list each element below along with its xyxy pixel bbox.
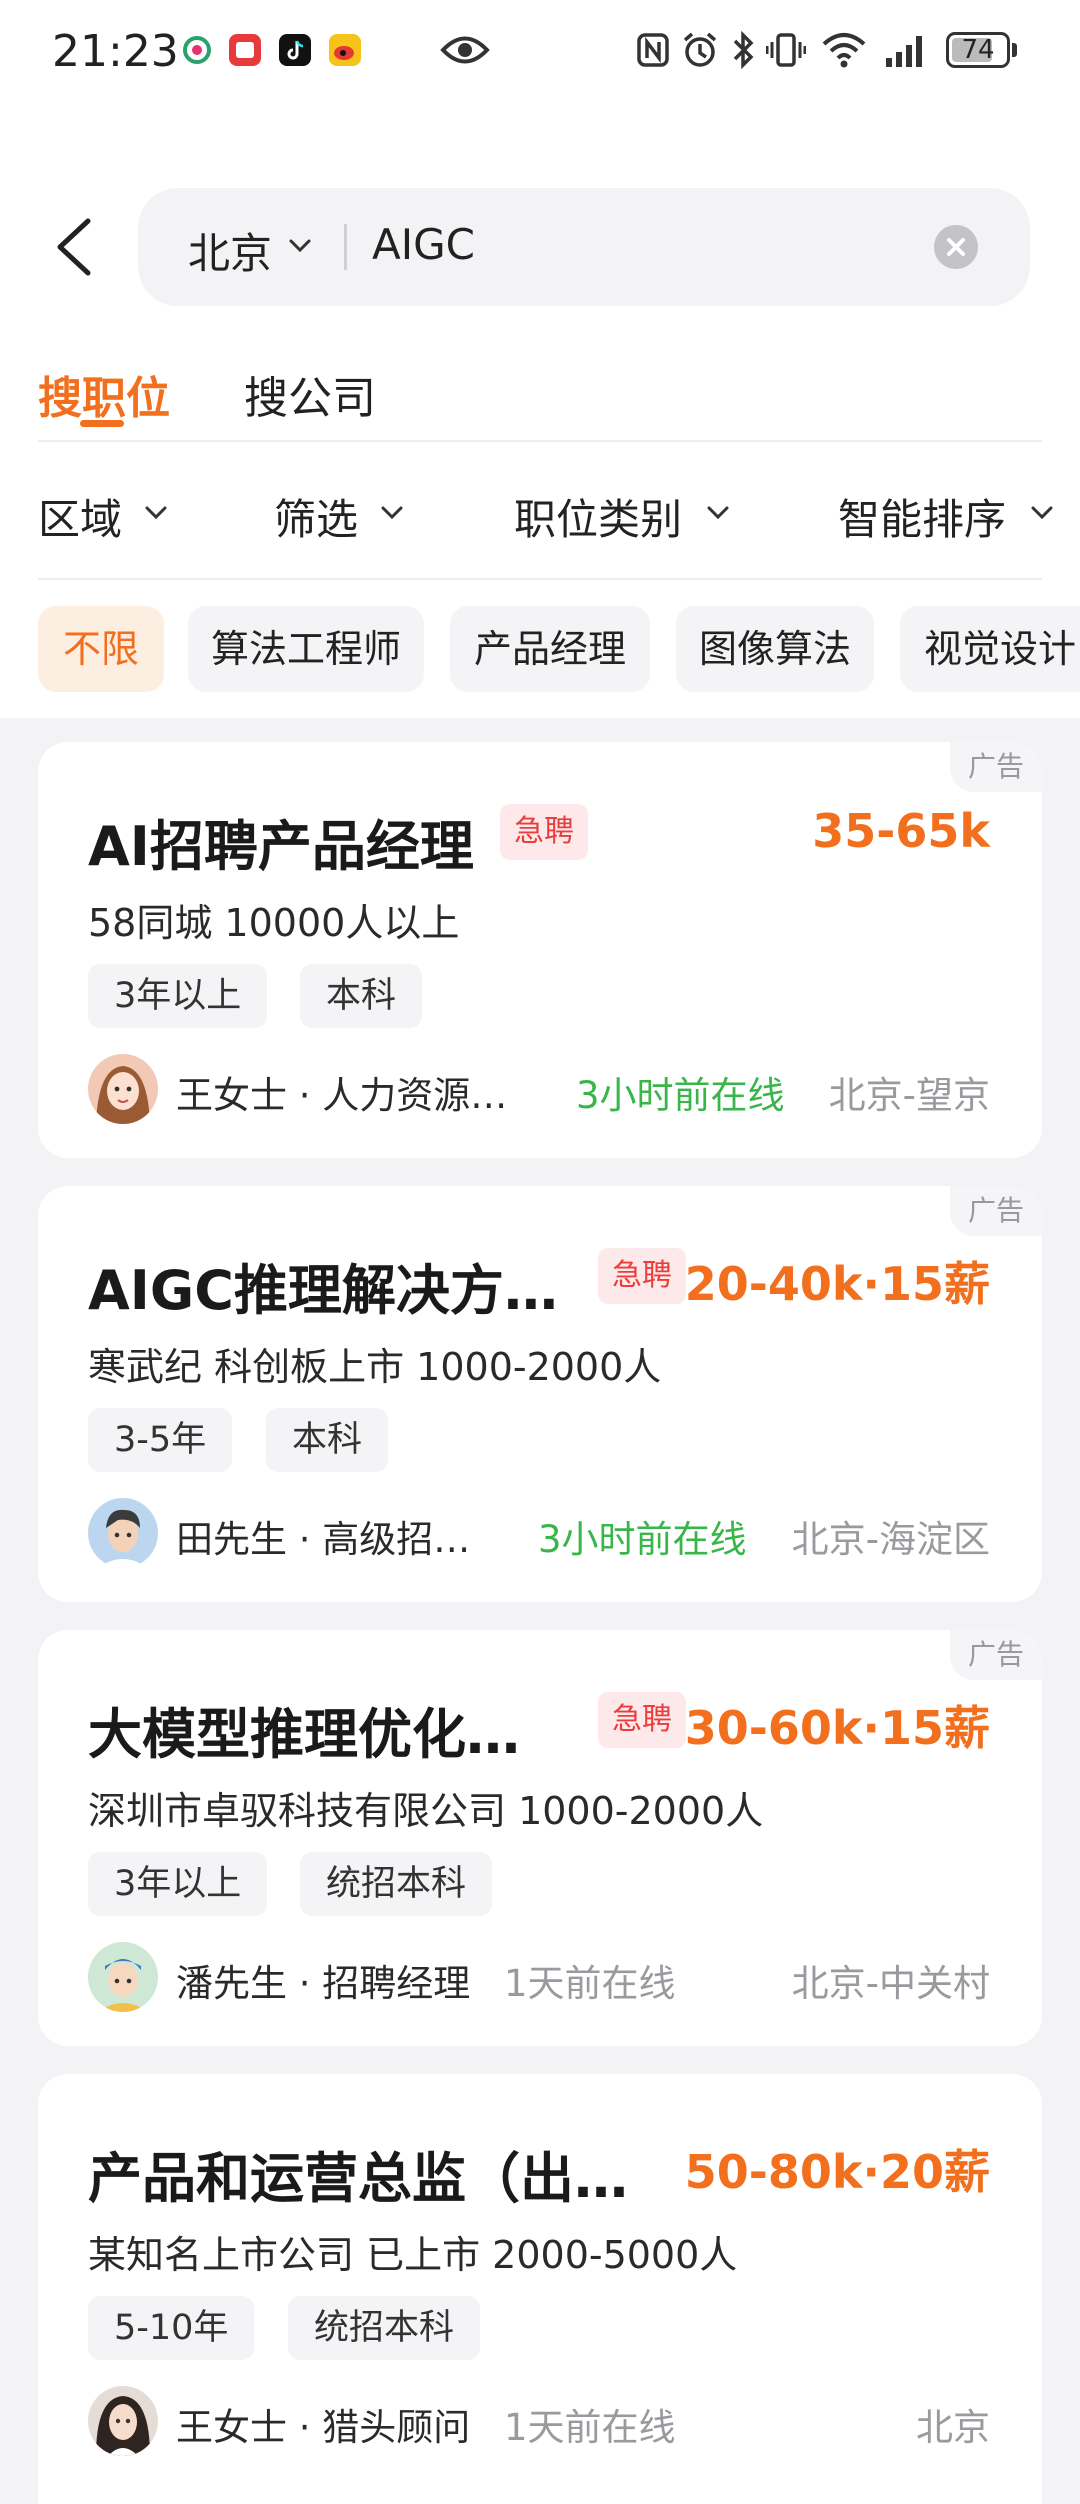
alarm-icon [683,32,717,67]
job-title[interactable]: 产品和运营总监（出… [88,2134,628,2213]
recruiter-info: 王女士 · 人力资源… [176,1074,508,1117]
filter-job-category[interactable]: 职位类别 [514,486,682,547]
online-status: 1天前在线 [504,1962,676,2005]
back-arrow-icon[interactable] [50,215,98,279]
search-divider [344,224,347,270]
avatar [88,1498,158,1568]
job-location: 北京-望京 [828,1074,990,1117]
clear-search-icon[interactable] [934,225,978,269]
filter-area[interactable]: 区域 [38,486,122,547]
ad-label: 广告 [950,742,1042,792]
recruiter-info: 田先生 · 高级招… [176,1518,471,1561]
search-bar[interactable]: 北京 AIGC [138,188,1030,306]
chevron-down-icon[interactable] [288,238,312,254]
company-info: 某知名上市公司 已上市 2000-5000人 [88,2233,738,2277]
job-location: 北京-中关村 [791,1962,990,2005]
avatar [88,2386,158,2456]
job-card[interactable]: 广告 AI招聘产品经理 急聘 35-65k 58同城 10000人以上 3年以上… [38,742,1042,1158]
requirement-tag: 3年以上 [88,964,268,1028]
weibo-icon [329,34,361,66]
urgent-badge: 急聘 [598,1248,686,1304]
red-app-icon [229,34,261,66]
tiktok-icon [279,34,311,66]
job-title[interactable]: AIGC推理解决方… [88,1246,558,1325]
divider [38,578,1042,580]
chip-visual-design[interactable]: 视觉设计 [900,606,1080,692]
chip-product-manager[interactable]: 产品经理 [450,606,650,692]
job-location: 北京 [916,2406,990,2449]
requirement-tag: 统招本科 [288,2296,481,2360]
requirement-tag: 3年以上 [88,1852,268,1916]
tab-search-jobs[interactable]: 搜职位 [38,362,170,426]
city-selector[interactable]: 北京 [188,220,272,281]
salary: 30-60k·15薪 [684,1701,990,1755]
job-card[interactable]: 广告 AIGC推理解决方… 急聘 20-40k·15薪 寒武纪 科创板上市 10… [38,1186,1042,1602]
battery-cap [1012,43,1017,57]
job-card[interactable]: 广告 大模型推理优化… 急聘 30-60k·15薪 深圳市卓驭科技有限公司 10… [38,1630,1042,2046]
ad-label: 广告 [950,1630,1042,1680]
online-status: 3小时前在线 [538,1518,747,1561]
signal-icon [886,36,922,67]
battery-percent: 74 [961,35,995,65]
chip-algorithm-engineer[interactable]: 算法工程师 [188,606,424,692]
divider [38,440,1042,442]
wifi-icon [822,33,866,68]
company-info: 58同城 10000人以上 [88,901,460,945]
requirement-tag: 3-5年 [88,1408,233,1472]
job-title[interactable]: 大模型推理优化… [88,1690,520,1769]
filter-smart-sort[interactable]: 智能排序 [838,486,1006,547]
chevron-down-icon[interactable] [144,505,168,521]
online-status: 1天前在线 [504,2406,676,2449]
avatar [88,1054,158,1124]
active-tab-indicator [80,420,124,427]
chip-image-algorithm[interactable]: 图像算法 [676,606,874,692]
vibrate-icon [766,33,806,67]
chevron-down-icon[interactable] [706,505,730,521]
job-location: 北京-海淀区 [791,1518,990,1561]
online-status: 3小时前在线 [576,1074,785,1117]
eye-icon [440,36,490,64]
ad-label: 广告 [950,1186,1042,1236]
avatar [88,1942,158,2012]
search-input[interactable]: AIGC [372,220,475,269]
recruiter-info: 潘先生 · 招聘经理 [176,1962,471,2005]
urgent-badge: 急聘 [500,804,588,860]
recruiter-info: 王女士 · 猎头顾问 [176,2406,471,2449]
china-mobile-icon [183,36,211,64]
tab-search-companies[interactable]: 搜公司 [244,362,376,426]
salary: 20-40k·15薪 [684,1257,990,1311]
bluetooth-icon [733,30,754,70]
salary: 35-65k [812,804,990,858]
requirement-tag: 本科 [300,964,423,1028]
requirement-tag: 本科 [266,1408,389,1472]
chip-unlimited[interactable]: 不限 [38,606,164,692]
requirement-tag: 5-10年 [88,2296,255,2360]
job-card[interactable]: 产品和运营总监（出… 50-80k·20薪 某知名上市公司 已上市 2000-5… [38,2074,1042,2504]
requirement-tag: 统招本科 [300,1852,493,1916]
chevron-down-icon[interactable] [380,505,404,521]
company-info: 深圳市卓驭科技有限公司 1000-2000人 [88,1789,764,1833]
job-title[interactable]: AI招聘产品经理 [88,802,474,881]
status-time: 21:23 [52,26,179,77]
nfc-icon [637,33,669,67]
filter-screen[interactable]: 筛选 [274,486,358,547]
status-bar: 21:23 74 [0,0,1080,105]
battery-indicator: 74 [946,32,1010,68]
chevron-down-icon[interactable] [1030,505,1054,521]
company-info: 寒武纪 科创板上市 1000-2000人 [88,1345,662,1389]
salary: 50-80k·20薪 [684,2145,990,2199]
urgent-badge: 急聘 [598,1692,686,1748]
